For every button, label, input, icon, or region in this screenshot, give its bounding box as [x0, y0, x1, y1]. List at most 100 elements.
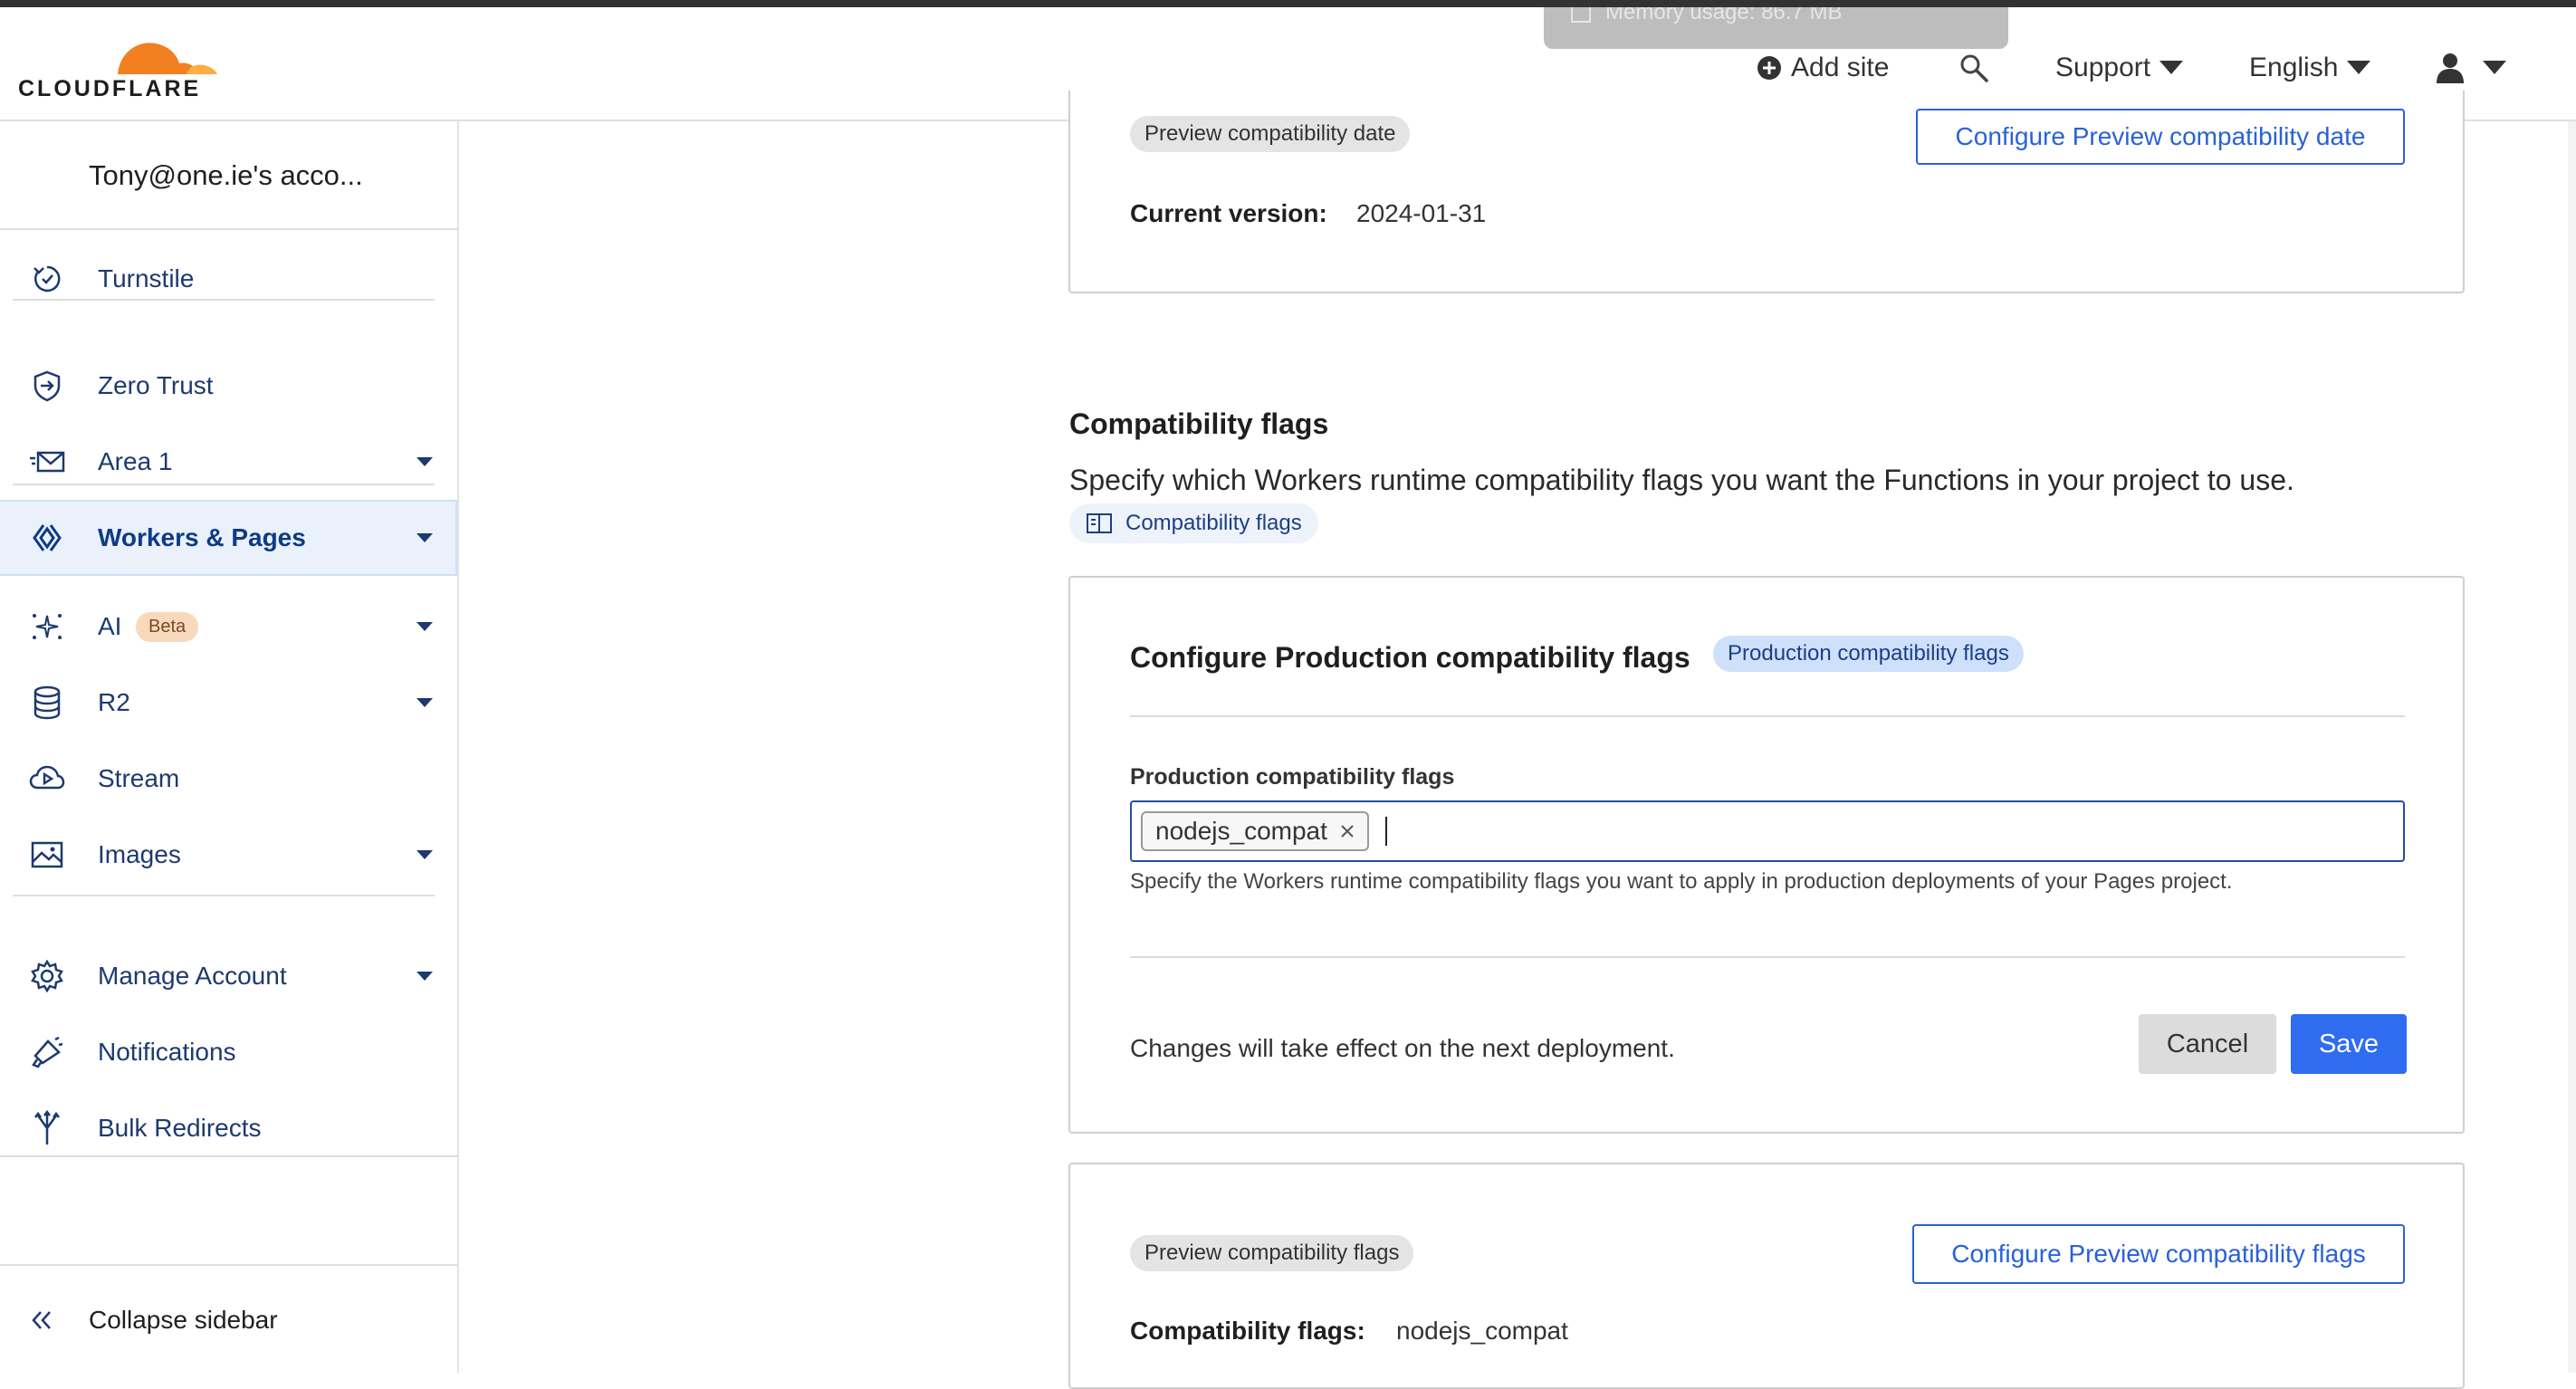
search-icon [1960, 54, 1988, 82]
sidebar-item-label: Workers & Pages [98, 523, 306, 551]
sidebar-item-ai[interactable]: AI Beta [0, 594, 457, 659]
turnstile-icon [29, 261, 65, 297]
compat-section-description: Specify which Workers runtime compatibil… [1069, 464, 2294, 496]
support-label: Support [2055, 53, 2151, 82]
preview-date-pill: Preview compatibility date [1130, 116, 1411, 152]
production-field-label: Production compatibility flags [1130, 764, 1455, 790]
sidebar-item-r2[interactable]: R2 [0, 670, 457, 735]
support-menu[interactable]: Support [2055, 53, 2184, 83]
memory-usage-text: Memory usage: 86.7 MB [1605, 7, 1843, 24]
caret-down-icon [2347, 61, 2371, 74]
cloud-play-icon [29, 761, 65, 797]
production-flags-input[interactable]: nodejs_compat [1130, 800, 2405, 862]
cancel-button[interactable]: Cancel [2139, 1014, 2276, 1074]
sidebar-item-label: Area 1 [98, 447, 173, 475]
current-version-value: 2024-01-31 [1356, 199, 1487, 227]
language-menu[interactable]: English [2249, 53, 2371, 83]
sidebar-item-label: AI [98, 612, 122, 640]
compat-docs-link-label: Compatibility flags [1125, 511, 1302, 535]
add-site-label: Add site [1791, 53, 1890, 82]
add-site-button[interactable]: Add site [1757, 53, 1889, 83]
sidebar-item-label: R2 [98, 688, 130, 716]
footer-note: Changes will take effect on the next dep… [1130, 1034, 1675, 1062]
gear-icon [29, 958, 65, 994]
sidebar-item-turnstile[interactable]: Turnstile [0, 246, 457, 311]
compat-section-title: Compatibility flags [1069, 407, 1329, 440]
memory-icon [1571, 7, 1591, 23]
database-icon [29, 685, 65, 721]
preview-flags-pill: Preview compatibility flags [1130, 1235, 1414, 1271]
book-icon [1087, 513, 1112, 533]
compat-docs-link[interactable]: Compatibility flags [1069, 503, 1318, 543]
image-icon [29, 837, 65, 873]
chevron-down-icon [417, 972, 433, 981]
sidebar-divider [0, 228, 457, 230]
megaphone-icon [29, 1034, 65, 1070]
workers-icon [29, 520, 65, 556]
sidebar-divider [0, 1155, 457, 1157]
sidebar: Tony@one.ie's acco... Turnstile Zero Tru… [0, 121, 459, 1373]
preview-flags-label: Compatibility flags: [1130, 1317, 1365, 1345]
user-menu[interactable] [2436, 53, 2506, 83]
user-icon [2437, 53, 2464, 83]
sidebar-item-label: Zero Trust [98, 371, 214, 399]
ai-sparkle-icon [29, 608, 65, 645]
sidebar-item-bulk-redirects[interactable]: Bulk Redirects [0, 1096, 457, 1161]
sidebar-item-label: Bulk Redirects [98, 1114, 262, 1142]
preview-flags-value: nodejs_compat [1396, 1317, 1568, 1345]
sidebar-divider [13, 484, 435, 485]
sidebar-item-label: Turnstile [98, 264, 195, 292]
configure-preview-date-button[interactable]: Configure Preview compatibility date [1916, 109, 2405, 165]
production-flags-card: Configure Production compatibility flags… [1068, 576, 2465, 1134]
caret-down-icon [2159, 61, 2184, 74]
sidebar-item-zero-trust[interactable]: Zero Trust [0, 353, 457, 418]
sidebar-item-label: Stream [98, 764, 180, 792]
chevron-down-icon [417, 533, 433, 542]
sidebar-item-label: Manage Account [98, 962, 287, 990]
account-name[interactable]: Tony@one.ie's acco... [89, 159, 363, 192]
memory-usage-tooltip: Memory usage: 86.7 MB [1544, 7, 2008, 49]
save-button[interactable]: Save [2291, 1014, 2407, 1074]
card-divider [1130, 956, 2405, 958]
mail-icon [29, 444, 65, 480]
production-card-title: Configure Production compatibility flags [1130, 641, 1690, 674]
double-chevron-left-icon [24, 1302, 60, 1338]
sidebar-divider [13, 299, 435, 301]
collapse-sidebar-button[interactable]: Collapse sidebar [0, 1288, 457, 1353]
chevron-down-icon [417, 698, 433, 707]
plus-circle-icon [1757, 56, 1781, 80]
sidebar-item-manage-account[interactable]: Manage Account [0, 944, 457, 1009]
zero-trust-icon [29, 368, 65, 404]
flag-tag-label: nodejs_compat [1155, 817, 1327, 845]
configure-preview-flags-button[interactable]: Configure Preview compatibility flags [1912, 1224, 2405, 1284]
sidebar-divider [0, 1264, 457, 1266]
beta-badge: Beta [136, 611, 199, 642]
cloud-logo-icon [118, 43, 217, 74]
sidebar-item-notifications[interactable]: Notifications [0, 1020, 457, 1085]
language-label: English [2249, 53, 2339, 82]
collapse-sidebar-label: Collapse sidebar [89, 1306, 278, 1334]
card-divider [1130, 715, 2405, 717]
production-help-text: Specify the Workers runtime compatibilit… [1130, 869, 2233, 894]
sidebar-divider [13, 895, 435, 896]
chevron-down-icon [417, 622, 433, 631]
sidebar-item-workers-pages[interactable]: Workers & Pages [0, 500, 457, 576]
current-version-label: Current version: [1130, 199, 1327, 227]
caret-down-icon [2483, 61, 2506, 74]
remove-tag-icon[interactable] [1340, 824, 1355, 838]
cloudflare-logo[interactable]: CLOUDFLARE [18, 33, 217, 105]
scrollbar-track[interactable] [2568, 121, 2576, 1373]
sidebar-item-stream[interactable]: Stream [0, 746, 457, 811]
sidebar-item-label: Images [98, 840, 181, 868]
preview-flags-card: Preview compatibility flags Configure Pr… [1068, 1163, 2465, 1389]
logo-wordmark: CLOUDFLARE [18, 76, 202, 101]
sidebar-item-label: Notifications [98, 1038, 236, 1066]
chevron-down-icon [417, 850, 433, 859]
text-cursor [1384, 817, 1387, 846]
sidebar-item-images[interactable]: Images [0, 822, 457, 887]
production-flags-pill: Production compatibility flags [1713, 636, 2024, 672]
search-button[interactable] [1958, 53, 1989, 83]
redirect-icon [29, 1110, 65, 1146]
preview-date-card: Preview compatibility date Configure Pre… [1068, 91, 2465, 293]
window-top-strip [0, 0, 2576, 7]
